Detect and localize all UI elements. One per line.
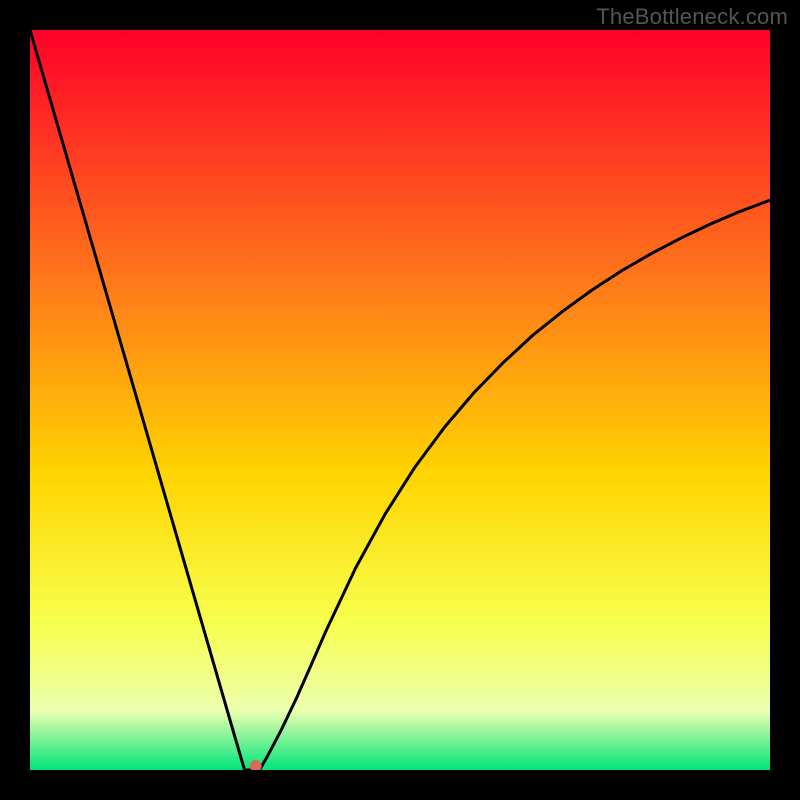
- chart-container: TheBottleneck.com: [0, 0, 800, 800]
- plot-area: [30, 30, 770, 770]
- gradient-background: [30, 30, 770, 770]
- chart-svg: [30, 30, 770, 770]
- watermark-text: TheBottleneck.com: [596, 4, 788, 30]
